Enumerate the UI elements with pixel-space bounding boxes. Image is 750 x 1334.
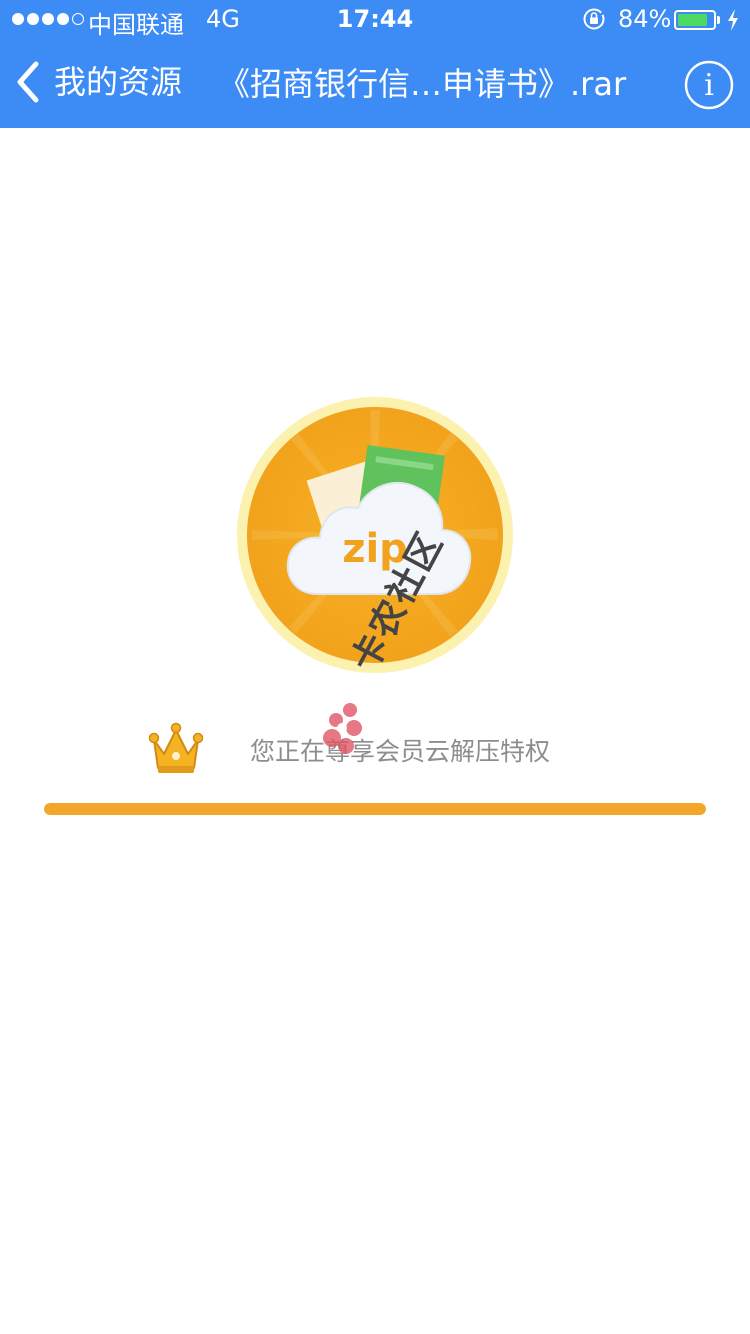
extract-progress-fill [44, 803, 706, 815]
rotation-lock-icon [583, 8, 605, 30]
chevron-left-icon [17, 61, 39, 103]
info-icon[interactable]: i [684, 60, 734, 110]
extract-progress-bar [44, 803, 706, 815]
vip-privilege-text: 您正在尊享会员云解压特权 [250, 737, 551, 766]
battery-level [678, 14, 707, 26]
info-label: i [704, 68, 714, 103]
battery-percent: 84% [618, 5, 672, 33]
back-label: 我的资源 [54, 63, 183, 101]
status-bar: 中国联通 4G 17:44 84% [0, 0, 750, 40]
battery-icon [674, 10, 716, 30]
page-title: 《招商银行信…申请书》.rar [218, 65, 627, 103]
top-bar: 中国联通 4G 17:44 84% 我的资源 《招商银行信…申请书》.rar i [0, 0, 750, 128]
crown-icon [148, 722, 204, 773]
vip-privilege-row: 您正在尊享会员云解压特权 [0, 716, 750, 782]
back-button[interactable]: 我的资源 [14, 60, 182, 104]
battery-cap [717, 16, 720, 24]
charging-bolt-icon [728, 9, 738, 31]
navigation-bar: 我的资源 《招商银行信…申请书》.rar i [0, 40, 750, 128]
